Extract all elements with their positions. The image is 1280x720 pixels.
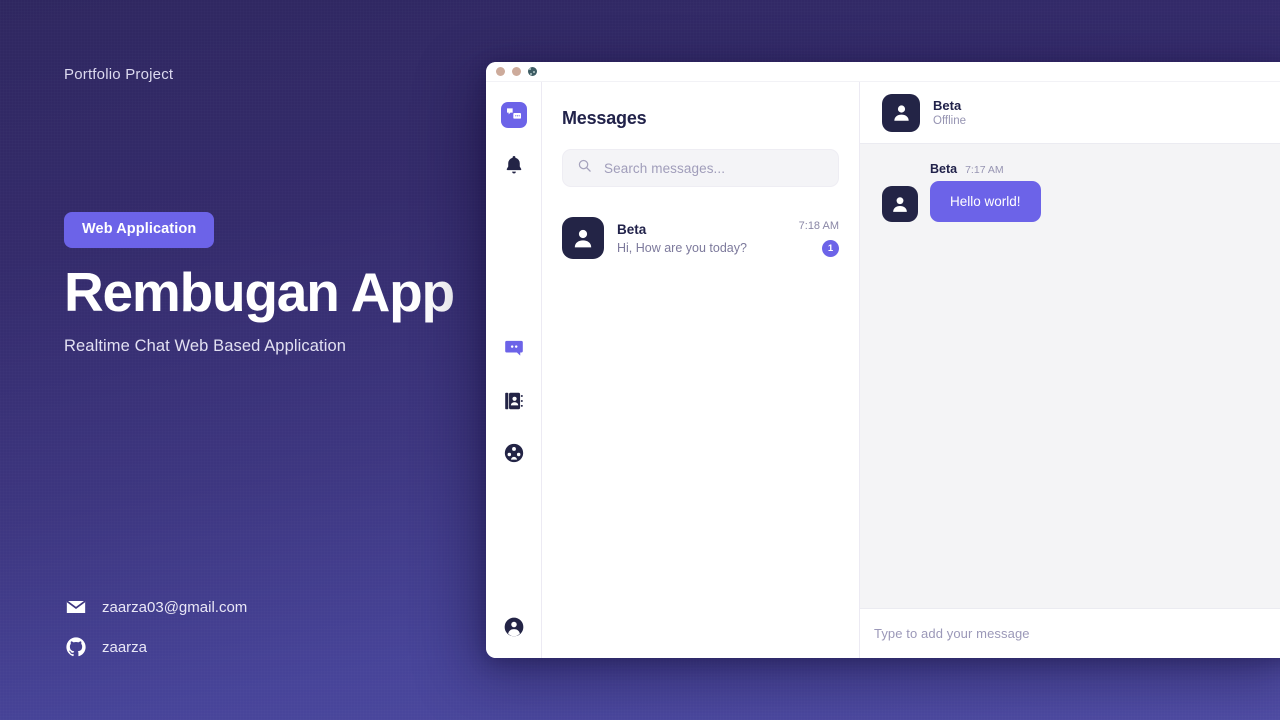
group-users-icon[interactable] [499,438,529,468]
search-icon [577,158,592,178]
app-window: Messages Search messages... Beta Hi, How… [486,62,1280,658]
message-sender: Beta [930,162,958,176]
eyebrow-label: Portfolio Project [64,66,174,83]
github-icon [64,635,88,659]
icon-rail [486,82,542,658]
conversation-list-panel: Messages Search messages... Beta Hi, How… [542,82,860,658]
category-badge: Web Application [64,212,215,248]
list-item-name: Beta [617,221,647,237]
list-item-preview: Hi, How are you today? [617,240,747,255]
user-avatar-icon [882,186,918,222]
chat-bubble-icon[interactable] [499,334,529,364]
message-time: 7:17 AM [965,164,1004,176]
hero-subtitle: Realtime Chat Web Based Application [64,337,347,355]
message-bubble[interactable]: Hello world! [930,181,1041,222]
user-circle-icon[interactable] [499,612,529,642]
message-input[interactable]: Type to add your message [860,608,1280,658]
chat-panel: Beta Offline Beta 7:17 AM Hello world! T… [860,82,1280,658]
message-row: Beta 7:17 AM Hello world! [882,162,1280,222]
maximize-dot[interactable] [528,67,537,76]
message-meta: Beta 7:17 AM [930,162,1041,176]
contact-github-text: zaarza [102,638,148,656]
status-badge: Offline [933,115,967,127]
contacts-book-icon[interactable] [499,386,529,416]
list-item[interactable]: Beta Hi, How are you today? 7:18 AM 1 [562,217,839,259]
minimize-dot[interactable] [512,67,521,76]
list-item-time: 7:18 AM [798,219,839,232]
chat-contact-name: Beta [933,98,962,113]
contact-email-text: zaarza03@gmail.com [102,598,248,616]
window-body: Messages Search messages... Beta Hi, How… [486,82,1280,658]
contact-list: zaarza03@gmail.com zaarza [64,588,247,666]
message-input-placeholder: Type to add your message [874,626,1030,641]
user-avatar-icon [882,93,920,132]
window-titlebar [486,62,1280,82]
unread-badge: 1 [822,239,839,257]
app-logo-icon[interactable] [500,102,527,128]
contact-email[interactable]: zaarza03@gmail.com [64,588,247,626]
bell-icon[interactable] [499,150,529,180]
messages-heading: Messages [562,108,647,128]
list-item-text: Beta Hi, How are you today? [617,222,786,255]
page-root: Portfolio Project Web Application Rembug… [0,0,1280,720]
hero-section: Portfolio Project Web Application Rembug… [64,0,484,720]
user-avatar-icon [562,217,604,259]
close-dot[interactable] [496,67,505,76]
search-placeholder: Search messages... [604,160,726,176]
message-thread: Beta 7:17 AM Hello world! [860,144,1280,608]
chat-header: Beta Offline [860,82,1280,144]
chat-header-text: Beta Offline [933,98,966,127]
contact-github[interactable]: zaarza [64,628,247,666]
list-item-meta: 7:18 AM 1 [799,220,839,257]
envelope-icon [64,595,88,619]
search-input[interactable]: Search messages... [562,149,839,187]
page-title: Rembugan App [64,261,455,323]
message-content: Beta 7:17 AM Hello world! [930,162,1041,222]
